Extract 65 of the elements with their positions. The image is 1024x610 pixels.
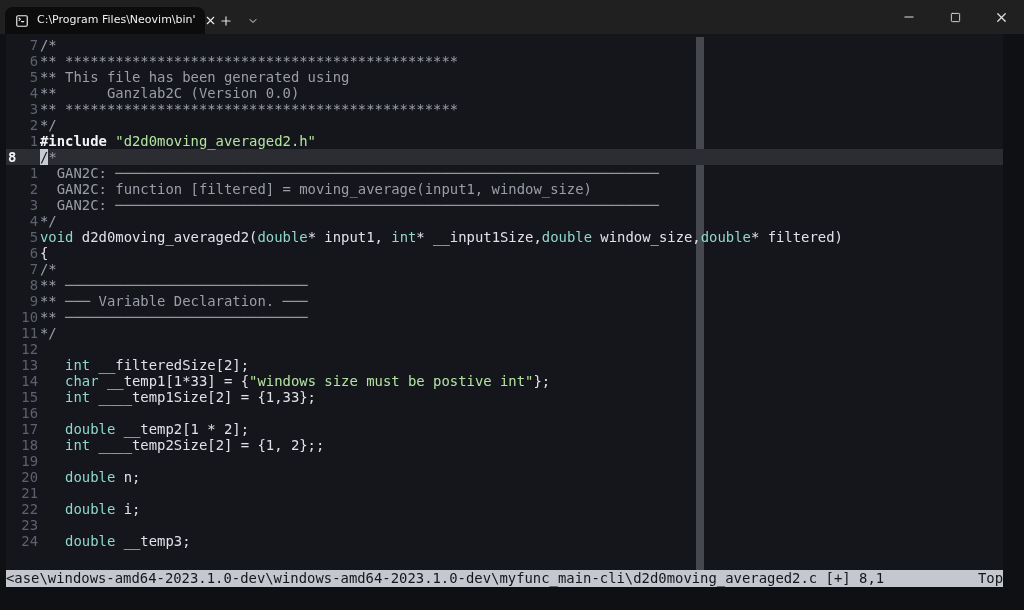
code-line: int ____temp1Size[2] = {1,33};: [64, 389, 316, 405]
code-line: ** ***********************************************: [40, 101, 459, 117]
line-number: 18: [21, 437, 39, 453]
code-line: double __temp3;: [64, 533, 191, 549]
line-number: 6: [29, 53, 39, 69]
line-number: 1: [29, 165, 39, 181]
code-line: double __temp2[1 * 2];: [64, 421, 250, 437]
line-number: 19: [21, 453, 39, 469]
tab-title: C:\Program Files\Neovim\bin': [37, 12, 196, 29]
line-number: 7: [29, 261, 39, 277]
code-line: GAN2C: ─────────────────────────────────────────────────────────────────: [55, 197, 659, 213]
line-number: 12: [21, 341, 39, 357]
code-line: /*: [40, 149, 57, 165]
code-line: /*: [40, 37, 57, 53]
line-number: 17: [21, 421, 39, 437]
line-number: 14: [21, 373, 39, 389]
code-line: */: [40, 213, 57, 229]
new-tab-icon[interactable]: [219, 13, 233, 28]
code-line: */: [40, 117, 57, 133]
line-number: 6: [29, 245, 39, 261]
code-line: char __temp1[1*33] = {"windows size must be postive int"};: [64, 373, 551, 389]
code-line: {: [40, 245, 49, 261]
line-number: 10: [21, 309, 39, 325]
code-line: GAN2C: ─────────────────────────────────────────────────────────────────: [55, 165, 659, 181]
status-file-info: <ase\windows-amd64-2023.1.0-dev\windows-amd64-2023.1.0-dev\myfunc_main-cli\d2d0moving_averaged2.c [+] 8,1: [6, 570, 885, 587]
line-number: 4: [29, 85, 39, 101]
line-number: 9: [29, 293, 39, 309]
line-number: 5: [29, 69, 39, 85]
code-line: ** ─────────────────────────────: [40, 309, 308, 325]
line-number: 22: [21, 501, 39, 517]
line-number: 5: [29, 229, 39, 245]
line-number: 13: [21, 357, 39, 373]
code-line: double i;: [64, 501, 141, 517]
code-line: /*: [40, 261, 57, 277]
code-line: GAN2C: function [filtered] = moving_average(input1, window_size): [55, 181, 592, 197]
line-number: 21: [21, 485, 39, 501]
line-number: 2: [29, 181, 39, 197]
code-line: ** Ganzlab2C (Version 0.0): [40, 85, 300, 101]
code-line: ** ─── Variable Declaration. ───: [40, 293, 308, 309]
line-number: 24: [21, 533, 39, 549]
terminal-icon: [15, 13, 29, 28]
code-line: void d2d0moving_averaged2(double* input1, int* __input1Size,double window_size,double* filtered): [40, 229, 843, 245]
line-number: 2: [29, 117, 39, 133]
line-number: 7: [29, 37, 39, 53]
line-number: 16: [21, 405, 39, 421]
code-line: ** ***********************************************: [40, 53, 459, 69]
code-line: int ____temp2Size[2] = {1, 2};;: [64, 437, 325, 453]
line-number: 4: [29, 213, 39, 229]
code-line: ** This file has been generated using: [40, 69, 350, 85]
line-number: 20: [21, 469, 39, 485]
code-line: */: [40, 325, 57, 341]
line-number: 3: [29, 197, 39, 213]
line-number: 15: [21, 389, 39, 405]
code-line: int __filteredSize[2];: [64, 357, 250, 373]
code-line: #include "d2d0moving_averaged2.h": [40, 133, 316, 149]
line-number: 8: [29, 277, 39, 293]
line-number: 11: [21, 325, 39, 341]
line-number: 3: [29, 101, 39, 117]
code-line: double n;: [64, 469, 141, 485]
status-scroll-position: Top: [977, 570, 1003, 587]
line-number: 1: [29, 133, 39, 149]
maximize-icon[interactable]: [949, 11, 961, 23]
line-number: 8: [7, 149, 17, 165]
line-number: 23: [21, 517, 39, 533]
code-line: ** ─────────────────────────────: [40, 277, 308, 293]
